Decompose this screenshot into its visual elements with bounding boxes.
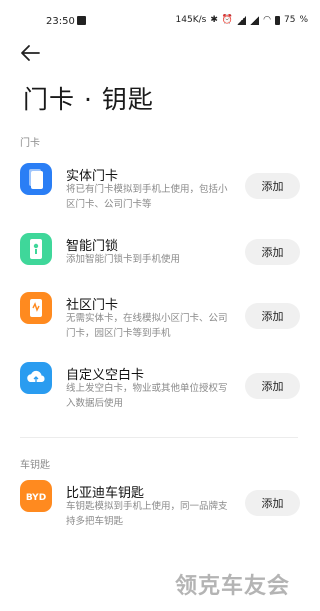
list-item-community-card: 社区门卡 无需实体卡，在线模拟小区门卡、公司门卡，园区门卡等到手机 添加 [0,292,320,352]
back-button[interactable] [18,42,42,64]
watermark: 领克车友会 [175,574,291,599]
section-divider [20,437,298,438]
add-smart-lock-button[interactable]: 添加 [245,239,300,265]
battery-level: 75 [283,15,296,25]
add-byd-key-button[interactable]: 添加 [245,490,300,516]
byd-logo-text: BYD [26,493,46,503]
signal-icon-2 [250,15,260,25]
wifi-icon: ◠ [263,15,271,25]
item-description: 将已有门卡模拟到手机上使用，包括小区门卡、公司门卡等 [66,184,228,210]
list-item-smart-lock: 智能门锁 添加智能门锁卡到手机使用 添加 [0,233,320,293]
alarm-icon: ⏰ [221,15,234,25]
add-community-card-button[interactable]: 添加 [245,303,300,329]
community-card-icon [20,292,52,324]
list-item-physical-card: 实体门卡 将已有门卡模拟到手机上使用，包括小区门卡、公司门卡等 添加 [0,163,320,223]
item-description: 车钥匙模拟到手机上使用，同一品牌支持多把车钥匙 [66,501,228,527]
status-bar: 23:50 145K/s ✱ ⏰ ◠ 75 % [0,0,320,40]
item-description: 线上发空白卡，物业或其他单位授权写入数据后使用 [66,383,228,409]
arrow-left-icon [21,45,40,61]
network-speed: 145K/s [175,15,207,25]
status-indicators: 145K/s ✱ ⏰ ◠ 75 % [176,15,308,25]
smart-lock-icon [20,233,52,265]
notification-icon [77,16,86,25]
list-item-custom-blank-card: 自定义空白卡 线上发空白卡，物业或其他单位授权写入数据后使用 添加 [0,362,320,422]
signal-icon [237,15,247,25]
card-icon [20,163,52,195]
battery-icon [274,15,280,25]
list-item-byd-car-key: BYD 比亚迪车钥匙 车钥匙模拟到手机上使用，同一品牌支持多把车钥匙 添加 [0,480,320,540]
bluetooth-icon: ✱ [210,15,218,25]
item-description: 添加智能门锁卡到手机使用 [66,254,181,265]
add-physical-card-button[interactable]: 添加 [245,173,300,199]
item-description: 无需实体卡，在线模拟小区门卡、公司门卡，园区门卡等到手机 [66,313,228,339]
section-label-door-cards: 门卡 [20,138,40,149]
byd-logo-icon: BYD [20,480,52,512]
page-title: 门卡 · 钥匙 [23,85,154,114]
percent-icon: % [299,15,308,25]
section-label-car-keys: 车钥匙 [20,460,50,471]
cloud-card-icon [20,362,52,394]
add-custom-card-button[interactable]: 添加 [245,373,300,399]
status-time: 23:50 [46,16,75,27]
